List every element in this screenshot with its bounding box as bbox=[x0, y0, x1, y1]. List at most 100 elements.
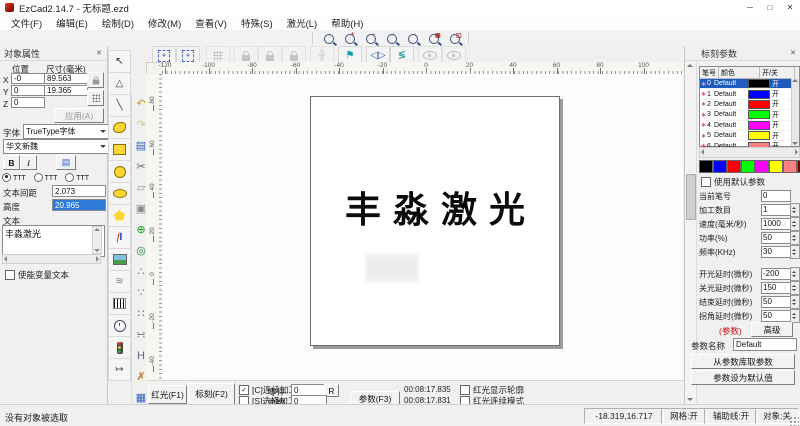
pen-row[interactable]: ∗1Default开 bbox=[700, 89, 799, 99]
align-right-radio[interactable]: ΤΤΤ bbox=[65, 172, 89, 183]
param-spinner[interactable] bbox=[790, 245, 800, 259]
pen-row[interactable]: ∗3Default开 bbox=[700, 110, 799, 120]
palette-swatch[interactable] bbox=[755, 160, 769, 173]
param-value-field[interactable]: 50 bbox=[761, 296, 791, 308]
grid-status[interactable]: 网格:开 bbox=[661, 408, 707, 424]
zoom-fit-icon[interactable]: ◱ bbox=[444, 31, 466, 47]
zoom-in-icon[interactable]: + bbox=[339, 31, 361, 47]
char-spacing-field[interactable]: 2.073 bbox=[52, 185, 106, 197]
palette-swatch[interactable] bbox=[741, 160, 755, 173]
x-position-field[interactable]: -0 bbox=[11, 73, 45, 84]
bitmap-tool[interactable] bbox=[108, 248, 131, 271]
height-field[interactable]: 20.965 bbox=[52, 199, 106, 211]
zoom-previous-icon[interactable]: · bbox=[381, 31, 403, 47]
align-center-radio[interactable]: ΤΤΤ bbox=[34, 172, 58, 183]
font-type-select[interactable]: TrueType字体 bbox=[23, 124, 109, 139]
bold-button[interactable]: B bbox=[3, 155, 20, 170]
pen-row[interactable]: ∗0Default开 bbox=[700, 79, 799, 89]
menu-view[interactable]: 查看(V) bbox=[188, 15, 234, 30]
zoom-window-icon[interactable]: ▫ bbox=[402, 31, 424, 47]
param-value-field[interactable]: 30 bbox=[761, 246, 791, 258]
delay-tool[interactable] bbox=[108, 314, 131, 337]
maximize-button[interactable]: □ bbox=[760, 0, 780, 15]
param-value-field[interactable]: 50 bbox=[761, 232, 791, 244]
barcode-tool[interactable] bbox=[108, 292, 131, 315]
param-spinner[interactable] bbox=[790, 281, 800, 295]
menu-draw[interactable]: 绘制(D) bbox=[95, 15, 141, 30]
resize-grip[interactable] bbox=[789, 416, 799, 426]
ellipse-tool[interactable] bbox=[108, 182, 131, 205]
font-name-select[interactable]: 华文新魏 bbox=[3, 139, 109, 154]
palette-swatch[interactable] bbox=[727, 160, 741, 173]
palette-swatch[interactable] bbox=[699, 160, 713, 173]
pen-row[interactable]: ∗4Default开 bbox=[700, 121, 799, 131]
save-font-button[interactable]: ▤ bbox=[56, 155, 76, 170]
close-button[interactable]: ✕ bbox=[780, 0, 800, 15]
param-value-field[interactable]: 150 bbox=[761, 282, 791, 294]
param-value-field[interactable]: 1000 bbox=[761, 218, 791, 230]
param-value-field[interactable]: -200 bbox=[761, 268, 791, 280]
minimize-button[interactable]: ─ bbox=[740, 0, 760, 15]
circle-tool[interactable] bbox=[108, 160, 131, 183]
rectangle-tool[interactable] bbox=[108, 138, 131, 161]
red-light-button[interactable]: 红光(F1) bbox=[148, 385, 187, 404]
menu-modify[interactable]: 修改(M) bbox=[141, 15, 188, 30]
node-edit-tool[interactable]: △ bbox=[108, 72, 131, 95]
palette-swatch[interactable] bbox=[769, 160, 783, 173]
work-area[interactable]: 丰淼激光 bbox=[310, 96, 560, 346]
object-panel-close-icon[interactable]: ✕ bbox=[94, 49, 104, 57]
select-tool[interactable]: ↖ bbox=[108, 50, 131, 73]
param-name-field[interactable]: Default bbox=[733, 338, 797, 351]
mark-panel-close-icon[interactable]: ✕ bbox=[788, 49, 798, 57]
param-spinner[interactable] bbox=[790, 217, 800, 231]
menu-help[interactable]: 帮助(H) bbox=[324, 15, 370, 30]
param-value-field[interactable]: 1 bbox=[761, 204, 791, 216]
guideline-status[interactable]: 辅助线:开 bbox=[704, 408, 758, 424]
menu-special[interactable]: 特殊(S) bbox=[234, 15, 280, 30]
select-param-from-library-button[interactable]: 从参数库取参数 bbox=[691, 354, 795, 369]
param-spinner[interactable] bbox=[790, 267, 800, 281]
align-left-radio[interactable]: ΤΤΤ bbox=[2, 172, 26, 183]
anchor-point-button[interactable] bbox=[87, 90, 104, 106]
use-default-params-checkbox[interactable]: 使用默认参数 bbox=[701, 176, 765, 188]
zoom-all-icon[interactable]: ▣ bbox=[423, 31, 445, 47]
pen-row[interactable]: ∗2Default开 bbox=[700, 100, 799, 110]
text-tool[interactable]: fI bbox=[108, 226, 131, 249]
mark-button[interactable]: 标刻(F2) bbox=[188, 383, 235, 405]
pen-row[interactable]: ∗5Default开 bbox=[700, 131, 799, 141]
y-position-field[interactable]: 0 bbox=[11, 85, 45, 96]
output-port-tool[interactable]: ↦ bbox=[108, 358, 131, 381]
text-content-area[interactable]: 丰淼激光 bbox=[2, 225, 105, 257]
palette-swatch[interactable] bbox=[783, 160, 797, 173]
palette-swatch[interactable] bbox=[713, 160, 727, 173]
apply-button[interactable]: 应用(A) bbox=[54, 108, 104, 123]
x-size-field[interactable]: 89.563 bbox=[44, 73, 88, 84]
enable-variable-text-checkbox[interactable]: 使能变量文本 bbox=[5, 269, 69, 281]
text-vscrollbar[interactable] bbox=[92, 226, 102, 254]
advanced-button[interactable]: 高级 bbox=[751, 322, 793, 337]
param-spinner[interactable] bbox=[790, 295, 800, 309]
pen-list-hscrollbar[interactable] bbox=[699, 147, 800, 158]
param-spinner[interactable] bbox=[790, 231, 800, 245]
mark-text-object[interactable]: 丰淼激光 bbox=[311, 181, 559, 233]
set-param-default-button[interactable]: 参数设为默认值 bbox=[691, 370, 795, 385]
curve-tool[interactable] bbox=[108, 116, 131, 139]
lock-ratio-button[interactable] bbox=[87, 72, 104, 88]
menu-edit[interactable]: 编辑(E) bbox=[49, 15, 95, 30]
y-size-field[interactable]: 19.365 bbox=[44, 85, 88, 96]
param-value-field[interactable]: 0 bbox=[761, 190, 791, 202]
zoom-pan-icon[interactable] bbox=[318, 31, 340, 47]
param-spinner[interactable] bbox=[790, 203, 800, 217]
line-tool[interactable]: ╲ bbox=[108, 94, 131, 117]
pen-list-scrollbar[interactable] bbox=[791, 78, 799, 146]
zoom-out-icon[interactable]: − bbox=[360, 31, 382, 47]
text-hscrollbar[interactable] bbox=[2, 254, 101, 264]
z-position-field[interactable]: 0 bbox=[11, 97, 45, 108]
menu-laser[interactable]: 激光(L) bbox=[280, 15, 325, 30]
polygon-tool[interactable] bbox=[108, 204, 131, 227]
param-spinner[interactable] bbox=[790, 309, 800, 323]
param-value-field[interactable]: 50 bbox=[761, 310, 791, 322]
vector-file-tool[interactable]: ≋ bbox=[108, 270, 131, 293]
input-port-tool[interactable] bbox=[108, 336, 131, 359]
menu-file[interactable]: 文件(F) bbox=[4, 15, 49, 30]
